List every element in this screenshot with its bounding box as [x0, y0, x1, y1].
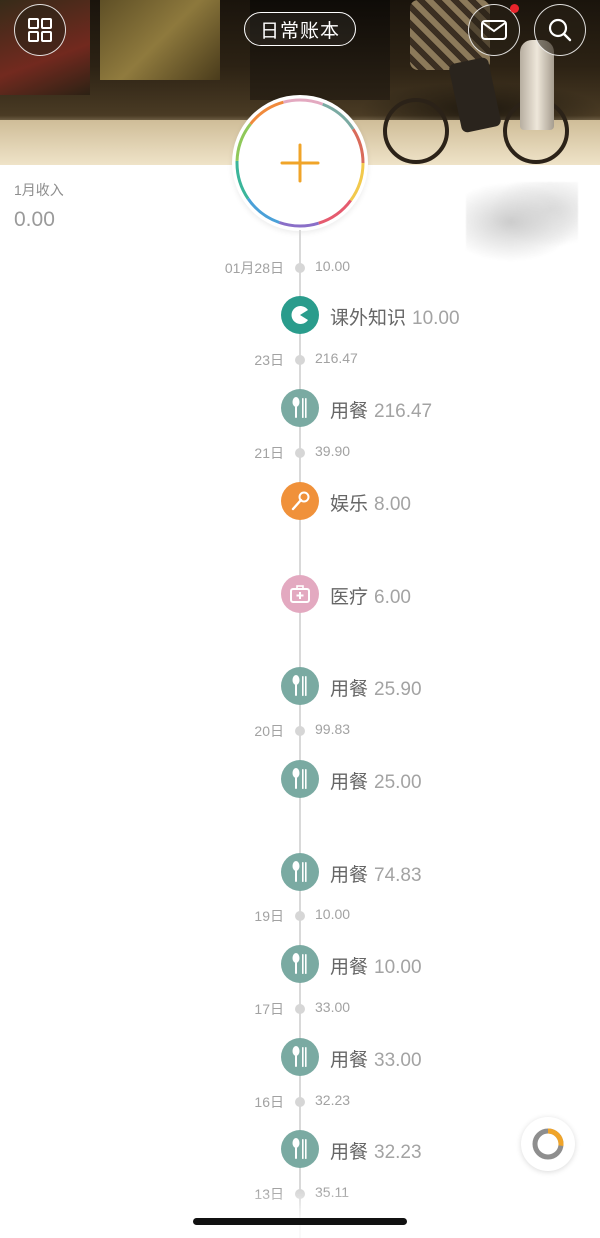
notification-badge: [510, 4, 519, 13]
mail-icon: [481, 20, 507, 40]
day-total: 33.00: [315, 999, 351, 1015]
entry-category: 用餐: [330, 1142, 369, 1163]
transaction-entry[interactable]: 用餐 33.00: [0, 1038, 600, 1076]
day-total: 39.90: [315, 443, 351, 459]
entry-category: 用餐: [330, 1050, 369, 1071]
entry-amount: 74.83: [374, 865, 422, 886]
rainbow-ring-icon: [235, 98, 365, 228]
grid-icon: [28, 18, 52, 42]
search-icon: [548, 18, 572, 42]
day-date: 23日: [254, 352, 284, 368]
entry-category: 用餐: [330, 679, 369, 700]
paint-splash-decoration: [466, 182, 578, 262]
day-total: 32.23: [315, 1092, 351, 1108]
bottom-fade: [0, 1190, 600, 1238]
banner-photo-wheel: [383, 98, 449, 164]
day-header: 20日 99.83: [0, 721, 600, 741]
transaction-entry[interactable]: 娱乐 8.00: [0, 482, 600, 520]
entry-amount: 25.00: [374, 772, 422, 793]
transaction-entry[interactable]: 课外知识 10.00: [0, 296, 600, 334]
utensils-icon: [281, 853, 319, 891]
medical-kit-icon: [281, 575, 319, 613]
entry-amount: 6.00: [374, 587, 411, 608]
day-header: 16日 32.23: [0, 1092, 600, 1112]
transaction-entry[interactable]: 用餐 25.00: [0, 760, 600, 798]
timeline-dot: [295, 355, 305, 365]
day-header: 01月28日 10.00: [0, 258, 600, 278]
transaction-entry[interactable]: 医疗 6.00: [0, 575, 600, 613]
income-label: 1月收入: [14, 182, 64, 198]
entry-amount: 32.23: [374, 1142, 422, 1163]
utensils-icon: [281, 1130, 319, 1168]
day-date: 21日: [254, 445, 284, 461]
timeline-dot: [295, 1097, 305, 1107]
utensils-icon: [281, 389, 319, 427]
entry-category: 用餐: [330, 401, 369, 422]
menu-button[interactable]: [14, 4, 66, 56]
entry-amount: 8.00: [374, 494, 411, 515]
day-total: 10.00: [315, 906, 351, 922]
transaction-entry[interactable]: 用餐 32.23: [0, 1130, 600, 1168]
transaction-entry[interactable]: 用餐 10.00: [0, 945, 600, 983]
entry-amount: 216.47: [374, 401, 433, 422]
entry-category: 医疗: [330, 587, 369, 608]
day-header: 23日 216.47: [0, 350, 600, 370]
chart-button[interactable]: [521, 1117, 575, 1171]
search-button[interactable]: [534, 4, 586, 56]
banner-photo-wall: [100, 0, 220, 80]
entry-category: 用餐: [330, 957, 369, 978]
entry-category: 用餐: [330, 865, 369, 886]
timeline-dot: [295, 1004, 305, 1014]
ledger-title[interactable]: 日常账本: [244, 12, 356, 46]
donut-chart-icon: [532, 1128, 564, 1160]
timeline-dot: [295, 448, 305, 458]
entry-category: 课外知识: [330, 308, 407, 329]
timeline-dot: [295, 911, 305, 921]
transaction-entry[interactable]: 用餐 74.83: [0, 853, 600, 891]
utensils-icon: [281, 945, 319, 983]
entry-amount: 25.90: [374, 679, 422, 700]
utensils-icon: [281, 667, 319, 705]
day-date: 16日: [254, 1094, 284, 1110]
transaction-entry[interactable]: 用餐 216.47: [0, 389, 600, 427]
add-record-button[interactable]: [232, 95, 368, 231]
day-header: 17日 33.00: [0, 999, 600, 1019]
entry-amount: 10.00: [374, 957, 422, 978]
entry-amount: 33.00: [374, 1050, 422, 1071]
day-date: 20日: [254, 723, 284, 739]
transaction-entry[interactable]: 用餐 25.90: [0, 667, 600, 705]
day-total: 216.47: [315, 350, 358, 366]
income-value: 0.00: [14, 208, 55, 231]
entry-amount: 10.00: [412, 308, 460, 329]
pacman-icon: [281, 296, 319, 334]
day-total: 10.00: [315, 258, 351, 274]
microphone-icon: [281, 482, 319, 520]
timeline-dot: [295, 263, 305, 273]
day-date: 17日: [254, 1001, 284, 1017]
day-total: 99.83: [315, 721, 351, 737]
home-indicator[interactable]: [193, 1218, 407, 1225]
day-header: 19日 10.00: [0, 906, 600, 926]
utensils-icon: [281, 1038, 319, 1076]
day-header: 21日 39.90: [0, 443, 600, 463]
day-date: 01月28日: [224, 260, 284, 276]
entry-category: 娱乐: [330, 494, 369, 515]
utensils-icon: [281, 760, 319, 798]
timeline-dot: [295, 726, 305, 736]
day-date: 19日: [254, 908, 284, 924]
entry-category: 用餐: [330, 772, 369, 793]
